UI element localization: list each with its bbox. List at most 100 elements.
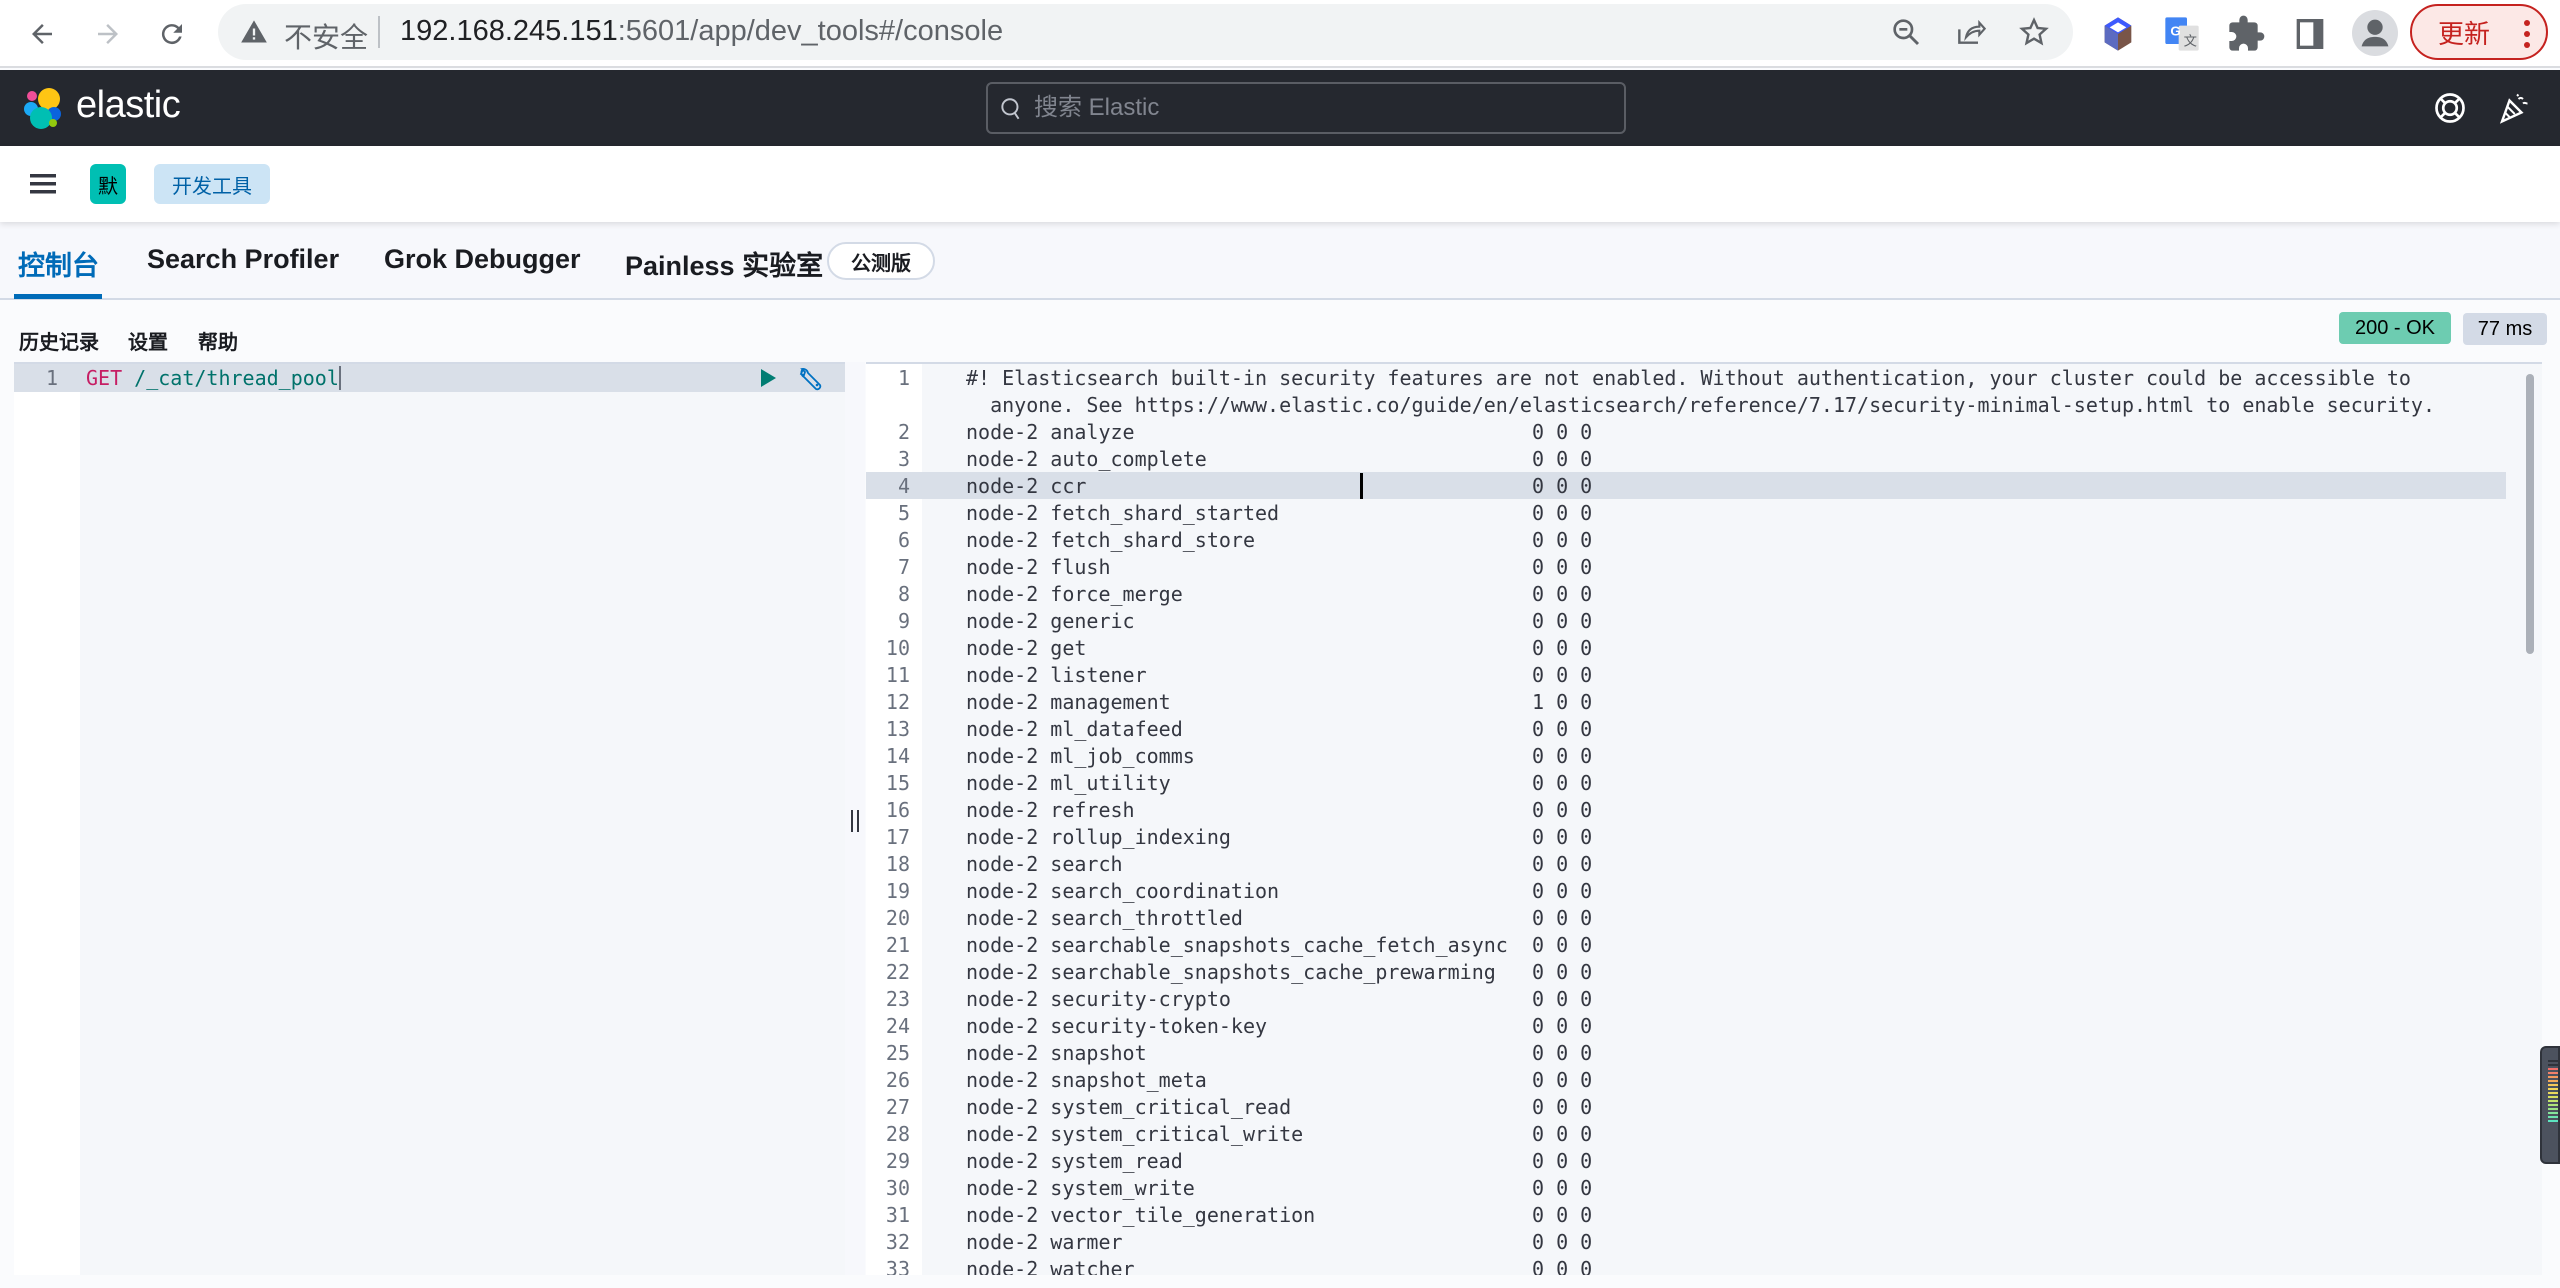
send-request-play-icon[interactable] [758,368,778,388]
line-number: 19 [885,879,910,903]
line-number: 33 [885,1257,910,1275]
security-warning-line1: #! Elasticsearch built-in security featu… [966,366,2411,390]
output-line: 7 node-2 flush 0 0 0 [866,553,2506,580]
line-number: 7 [897,555,910,579]
bookmark-star-icon[interactable] [2018,16,2050,48]
output-line: 4 node-2 ccr 0 0 0 [866,472,2506,499]
thread-pool-name: node-2 system_critical_read [966,1095,1292,1119]
output-scrollbar[interactable] [2526,374,2534,654]
extension-cube-icon[interactable] [2098,14,2138,54]
thread-pool-name: node-2 searchable_snapshots_cache_prewar… [966,960,1496,984]
line-number: 22 [885,960,910,984]
line-number: 5 [897,501,910,525]
output-line: 19 node-2 search_coordination 0 0 0 [866,877,2506,904]
resize-grip-icon [851,810,859,832]
output-line: 8 node-2 force_merge 0 0 0 [866,580,2506,607]
warning-icon [241,20,267,43]
elastic-logo-icon[interactable] [22,86,66,130]
output-line: 25 node-2 snapshot 0 0 0 [866,1039,2506,1066]
thread-pool-values: 0 0 0 [1532,474,1593,498]
brand-name[interactable]: elastic [76,84,181,127]
share-icon[interactable] [1954,16,1986,48]
output-line: 2 node-2 analyze 0 0 0 [866,418,2506,445]
output-line: 11 node-2 listener 0 0 0 [866,661,2506,688]
meter-bar [2548,1064,2558,1066]
thread-pool-name: node-2 refresh [966,798,1135,822]
line-number: 29 [885,1149,910,1173]
pane-resize-handle[interactable] [845,362,865,1275]
request-editor[interactable]: 1 GET /_cat/thread_pool [14,362,845,1275]
output-line: 20 node-2 search_throttled 0 0 0 [866,904,2506,931]
divider [378,16,380,48]
thread-pool-name: node-2 snapshot_meta [966,1068,1207,1092]
line-number: 1 [45,366,58,390]
output-line: 24 node-2 security-token-key 0 0 0 [866,1012,2506,1039]
request-code[interactable]: GET /_cat/thread_pool [86,366,341,390]
search-input[interactable] [1034,92,1614,124]
breadcrumb-bar: 默 开发工具 [0,146,2560,222]
thread-pool-name: node-2 management [966,690,1171,714]
forward-icon[interactable] [88,14,128,54]
extensions-puzzle-icon[interactable] [2226,14,2266,54]
history-link[interactable]: 历史记录 [19,326,99,355]
line-number: 15 [885,771,910,795]
reload-icon[interactable] [152,14,192,54]
output-line: 9 node-2 generic 0 0 0 [866,607,2506,634]
security-warning-line2: anyone. See https://www.elastic.co/guide… [966,393,2436,417]
url-text[interactable]: 192.168.245.151:5601/app/dev_tools#/cons… [400,15,1003,48]
output-line: 31 node-2 vector_tile_generation 0 0 0 [866,1201,2506,1228]
hamburger-menu-icon[interactable] [28,170,60,198]
settings-link[interactable]: 设置 [128,326,168,355]
thread-pool-name: node-2 security-token-key [966,1014,1268,1038]
wrench-settings-icon[interactable] [798,366,824,392]
line-number: 31 [885,1203,910,1227]
profile-icon[interactable] [2352,10,2398,56]
line-number: 16 [885,798,910,822]
thread-pool-values: 0 0 0 [1532,744,1593,768]
line-number: 12 [885,690,910,714]
thread-pool-values: 0 0 0 [1532,987,1593,1011]
help-lifebuoy-icon[interactable] [2432,90,2468,126]
tab-search-profiler[interactable]: Search Profiler [147,244,339,275]
update-button[interactable]: 更新 [2410,4,2548,60]
line-number: 25 [885,1041,910,1065]
response-output[interactable]: 1 #! Elasticsearch built-in security fea… [866,362,2542,1275]
performance-meter-widget[interactable] [2540,1046,2560,1164]
thread-pool-values: 0 0 0 [1532,960,1593,984]
request-line[interactable]: 1 GET /_cat/thread_pool [14,364,845,392]
zoom-out-icon[interactable] [1890,16,1922,48]
output-line: 21 node-2 searchable_snapshots_cache_fetc… [866,931,2506,958]
news-party-icon[interactable] [2496,90,2532,126]
line-number: 6 [897,528,910,552]
tab-grok-debugger[interactable]: Grok Debugger [384,244,581,275]
side-panel-icon[interactable] [2290,14,2330,54]
output-line: 17 node-2 rollup_indexing 0 0 0 [866,823,2506,850]
line-number: 9 [897,609,910,633]
thread-pool-name: node-2 fetch_shard_started [966,501,1280,525]
tab-painless-lab[interactable]: Painless 实验室 [625,244,823,283]
line-number: 28 [885,1122,910,1146]
security-label[interactable]: 不安全 [284,16,368,56]
thread-pool-name: node-2 fetch_shard_store [966,528,1255,552]
thread-pool-values: 0 0 0 [1532,852,1593,876]
line-number: 27 [885,1095,910,1119]
beta-badge: 公测版 [827,242,935,280]
output-line: 6 node-2 fetch_shard_store 0 0 0 [866,526,2506,553]
thread-pool-name: node-2 security-crypto [966,987,1231,1011]
status-badge: 200 - OK [2339,312,2451,344]
line-number: 26 [885,1068,910,1092]
thread-pool-name: node-2 listener [966,663,1147,687]
global-search[interactable] [986,82,1626,134]
address-bar[interactable]: 不安全 192.168.245.151:5601/app/dev_tools#/… [218,4,2073,60]
thread-pool-values: 0 0 0 [1532,933,1593,957]
tab-console[interactable]: 控制台 [18,244,99,283]
meter-bar [2548,1116,2558,1118]
google-translate-icon[interactable]: G文 [2162,14,2202,54]
thread-pool-values: 0 0 0 [1532,879,1593,903]
thread-pool-values: 0 0 0 [1532,447,1593,471]
space-avatar[interactable]: 默 [90,164,126,204]
back-icon[interactable] [22,14,62,54]
help-link[interactable]: 帮助 [198,326,238,355]
line-number: 1 [897,366,910,390]
breadcrumb-dev-tools[interactable]: 开发工具 [154,164,270,204]
